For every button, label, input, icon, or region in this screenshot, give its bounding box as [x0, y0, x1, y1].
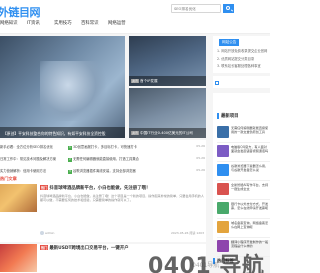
rank-number: 3: [68, 170, 72, 174]
hero-slider[interactable]: 【原创】平安科技整合你的特色知识，有如平安科技全资控股: [0, 36, 125, 138]
list-item[interactable]: 1 3D创意画报打卡，多目标打卡，可快速打卡 05-26: [68, 140, 206, 152]
announcement-item[interactable]: 3. 联系站长客服处理各种事宜: [217, 63, 267, 71]
list-item-text: 3D创意画报打卡，多目标打卡，可快速打卡: [73, 145, 137, 149]
sidebar-banner[interactable]: [213, 76, 270, 88]
list-item[interactable]: 新手必看：全方位分析SEO排名优化: [0, 140, 61, 152]
list-item[interactable]: 实力营销解析：信用卡使用方法: [0, 164, 61, 176]
recent-projects-box: 最新项目 无需任何编辑器就能直接使用的一款文章伪原创工具 电脑版QQ官方，有人面对…: [213, 93, 270, 257]
list-item[interactable]: 2 无需任何编辑器就能直接使用，打造工具集合 05-26: [68, 152, 206, 164]
watermark-subtitle: 0401导航: [192, 262, 220, 269]
article-summary: 抖音球啤酒品牌新平台，小白也能做，先注册了哦！这个项目是一个新的项目，操作起来非…: [40, 194, 204, 203]
recent-item[interactable]: 全新智能AI写作平台，支持一键生成全文: [217, 181, 270, 200]
list-date: 05-26: [196, 168, 205, 172]
announcement-list: 1. 网站开放免费收录提交企业官网 2. 优质网站提交分类目录 3. 联系站长客…: [217, 48, 267, 71]
recent-title: 最新项目: [221, 114, 239, 119]
thumb-badge: 资讯: [131, 79, 140, 83]
search-icon: [226, 5, 230, 10]
nav-item[interactable]: 百科常识: [81, 20, 108, 26]
recent-item-text[interactable]: 电脑版QQ官方，有人面对面就会发起语音视频通话吗: [231, 145, 269, 158]
rank-number: 2: [68, 158, 72, 162]
announcement-item[interactable]: 1. 网站开放免费收录提交企业官网: [217, 48, 267, 56]
article-title[interactable]: 热门 抖音球啤酒品牌新平台，小白也能做，先注册了哦！: [40, 185, 204, 191]
article-thumbnail[interactable]: [0, 244, 37, 272]
rank-number: 1: [68, 146, 72, 150]
recent-item-text[interactable]: 谷歌浏览器下载器怎么用，与谷歌开发者怎么说: [231, 164, 269, 177]
recent-item[interactable]: 域名备案查询，网络备案怎么在网上查询呢: [217, 219, 270, 238]
article-card[interactable]: 热门 抖音球啤酒品牌新平台，小白也能做，先注册了哦！ 抖音球啤酒品牌新平台，小白也…: [0, 184, 206, 242]
list-item[interactable]: 3 谷歌浏览器插件离线安装，支持全部浏览器 05-26: [68, 164, 206, 176]
search-button[interactable]: [223, 4, 234, 13]
section-title: 热门文章: [0, 176, 17, 181]
list-date: 05-26: [196, 156, 205, 160]
slider-caption[interactable]: 【原创】平安科技整合你的特色知识，有如平安科技全资控股: [0, 127, 125, 138]
article-meta: admin 2023-05-26 阅读 1203: [40, 231, 204, 235]
list-item[interactable]: 日常工作中：常见技术问题及解决方案: [0, 152, 61, 164]
nav-item[interactable]: 网络知识: [0, 20, 27, 26]
site-logo[interactable]: 外链目网: [0, 4, 41, 20]
thumb-caption: 资讯 中国IT行业0-400亿美元的IT公司: [129, 128, 206, 138]
article-thumbnail[interactable]: [0, 184, 37, 212]
thumb-badge: 资讯: [131, 131, 140, 135]
title-accent-bar: [217, 113, 219, 119]
recent-item[interactable]: 电脑版QQ官方，有人面对面就会发起语音视频通话吗: [217, 143, 270, 162]
article-views: 阅读 1203: [189, 231, 204, 235]
article-body: 热门 抖音球啤酒品牌新平台，小白也能做，先注册了哦！ 抖音球啤酒品牌新平台，小白也…: [40, 185, 204, 211]
avatar: [40, 231, 44, 235]
thumb-caption: 资讯 首个IP发展: [129, 76, 206, 86]
recent-thumbnail[interactable]: [217, 164, 229, 176]
article-date: 2023-05-26: [171, 231, 189, 235]
recent-item-text[interactable]: 全新智能AI写作平台，支持一键生成全文: [231, 183, 269, 196]
list-column-left: 新手必看：全方位分析SEO排名优化 日常工作中：常见技术问题及解决方案 实力营销…: [0, 140, 61, 176]
main-nav: 网络知识 IT资讯 实用技巧 百科常识 网络运营: [0, 20, 135, 26]
recent-thumbnail[interactable]: [217, 145, 229, 157]
recent-item-text[interactable]: 银行卡以外支付方式，开发票，怎么在线申请开发票呢: [231, 202, 269, 215]
recent-item-text[interactable]: 无需任何编辑器就能直接使用的一款文章伪原创工具: [231, 126, 269, 139]
article-tag: 热门: [40, 185, 49, 190]
image-icon: [215, 81, 219, 85]
featured-thumb[interactable]: 资讯 中国IT行业0-400亿美元的IT公司: [129, 88, 206, 138]
recent-thumbnail[interactable]: [217, 221, 229, 233]
featured-thumb[interactable]: 资讯 首个IP发展: [129, 36, 206, 86]
recent-item[interactable]: 谷歌浏览器下载器怎么用，与谷歌开发者怎么说: [217, 162, 270, 181]
announcement-title: 网站公告: [219, 39, 240, 46]
list-item-text: 谷歌浏览器插件离线安装，支持全部浏览器: [73, 169, 136, 173]
site-header: 外链目网 网络知识 IT资讯 实用技巧 百科常识 网络运营: [0, 0, 270, 33]
recent-thumbnail[interactable]: [217, 126, 229, 138]
announcement-box: 网站公告 1. 网站开放免费收录提交企业官网 2. 优质网站提交分类目录 3. …: [213, 36, 270, 73]
nav-item[interactable]: 实用技巧: [54, 20, 81, 26]
recent-list: 无需任何编辑器就能直接使用的一款文章伪原创工具 电脑版QQ官方，有人面对面就会发起…: [217, 124, 270, 257]
article-title-text: 抖音球啤酒品牌新平台，小白也能做，先注册了哦！: [49, 186, 151, 191]
list-column-right: 1 3D创意画报打卡，多目标打卡，可快速打卡 05-26 2 无需任何编辑器就能直接…: [68, 140, 206, 176]
recent-item-text[interactable]: 域名备案查询，网络备案怎么在网上查询呢: [231, 221, 269, 234]
recent-thumbnail[interactable]: [217, 202, 229, 214]
list-date: 05-26: [196, 144, 205, 148]
thumb-caption-text: 中国IT行业0-400亿美元的IT公司: [140, 131, 193, 135]
recent-thumbnail[interactable]: [217, 183, 229, 195]
article-tag: 热门: [40, 245, 49, 250]
search-input[interactable]: [172, 5, 220, 12]
article-title-text: 最新USDT跨境出口交易平台，一键开户: [49, 246, 129, 251]
slider-image: [40, 61, 110, 121]
search-box: [171, 4, 221, 13]
list-item-text: 无需任何编辑器就能直接使用，打造工具集合: [73, 157, 139, 161]
recent-item[interactable]: 银行卡以外支付方式，开发票，怎么在线申请开发票呢: [217, 200, 270, 219]
article-author[interactable]: admin: [45, 231, 54, 235]
nav-item[interactable]: IT资讯: [27, 20, 54, 26]
announcement-item[interactable]: 2. 优质网站提交分类目录: [217, 56, 267, 64]
recent-item[interactable]: 无需任何编辑器就能直接使用的一款文章伪原创工具: [217, 124, 270, 143]
thumb-caption-text: 首个IP发展: [140, 79, 158, 83]
nav-item[interactable]: 网络运营: [108, 20, 135, 26]
article-list-area: 新手必看：全方位分析SEO排名优化 日常工作中：常见技术问题及解决方案 实力营销…: [0, 140, 206, 188]
